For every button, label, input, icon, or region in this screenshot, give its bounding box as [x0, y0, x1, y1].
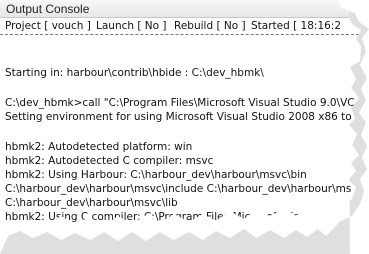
- log-line: C:\harbour_dev\harbour\msvc\include C:\h…: [5, 183, 352, 195]
- started-time-status: Started [ 18:16:2: [251, 20, 342, 32]
- log-line: hbmk2: Using C compiler: C:\Program File…: [5, 211, 336, 223]
- log-line: hbmk2: Autodetected platform: win: [5, 141, 193, 153]
- rebuild-status: Rebuild [ No ]: [174, 20, 246, 32]
- log-line: hbmk2: Using Harbour: C:\harbour_dev\har…: [5, 169, 307, 181]
- log-line: hbmk2: Autodetected C compiler: msvc: [5, 155, 214, 167]
- window-title: Output Console: [6, 2, 90, 16]
- console-output: Starting in: harbour\contrib\hbide : C:\…: [0, 36, 361, 228]
- log-line: C:\harbour_dev\harbour\msvc\lib: [5, 197, 178, 209]
- launch-status: Launch [ No ]: [96, 20, 167, 32]
- log-line: C:\dev_hbmk>call "C:\Program Files\Micro…: [5, 97, 355, 109]
- window-titlebar: Output Console: [0, 0, 361, 18]
- output-console-window: Output Console Project [ vouch ] Launch …: [0, 0, 361, 228]
- torn-screenshot: Output Console Project [ vouch ] Launch …: [0, 0, 369, 254]
- console-status-toolbar: Project [ vouch ] Launch [ No ] Rebuild …: [0, 18, 361, 35]
- log-line: Starting in: harbour\contrib\hbide : C:\…: [5, 67, 264, 79]
- project-status: Project [ vouch ]: [5, 20, 91, 32]
- log-line: Setting environment for using Microsoft …: [5, 111, 352, 123]
